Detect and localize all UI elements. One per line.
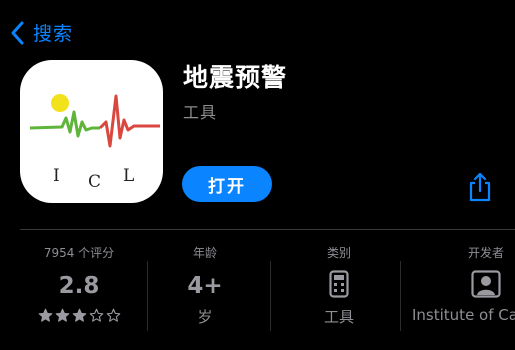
icon-letter-c: C [88, 172, 101, 192]
seismic-wave-green [29, 110, 100, 138]
info-row[interactable]: 7954 个评分 2.8 年龄 4+ 岁 类别 工具 开发者 Institute… [0, 230, 515, 350]
developer-column[interactable]: 开发者 Institute of Ca [402, 230, 515, 350]
column-separator [270, 261, 271, 331]
app-icon: I C L [20, 60, 163, 203]
age-unit: 岁 [197, 308, 213, 326]
rating-stars [18, 308, 140, 323]
developer-label: 开发者 [467, 246, 504, 260]
app-title: 地震预警 [183, 63, 288, 92]
category-label: 类别 [326, 246, 351, 260]
category-value: 工具 [323, 308, 354, 326]
back-button[interactable]: 搜索 [10, 19, 73, 46]
person-icon [471, 270, 501, 298]
share-icon [469, 172, 491, 202]
star-empty-icon [106, 308, 120, 322]
column-separator [400, 261, 401, 331]
star-filled-icon [38, 308, 52, 322]
age-column[interactable]: 年龄 4+ 岁 [148, 230, 262, 350]
calculator-icon [329, 270, 349, 298]
rating-value: 2.8 [58, 273, 100, 299]
share-button[interactable] [466, 172, 494, 202]
app-subtitle: 工具 [183, 103, 218, 122]
ratings-column[interactable]: 7954 个评分 2.8 [18, 230, 140, 350]
age-value: 4+ [187, 273, 223, 299]
seismic-wave-red [98, 94, 160, 148]
age-label: 年龄 [192, 246, 217, 260]
ratings-count-label: 7954 个评分 [43, 246, 115, 260]
icon-letter-i: I [53, 166, 60, 186]
icon-letter-l: L [123, 166, 134, 186]
chevron-left-icon [11, 21, 24, 44]
category-column[interactable]: 类别 工具 [282, 230, 396, 350]
sun-icon [51, 94, 69, 112]
star-filled-icon [72, 308, 86, 322]
developer-name: Institute of Ca [412, 306, 515, 324]
open-button[interactable]: 打开 [182, 166, 272, 202]
star-empty-icon [89, 308, 103, 322]
star-filled-icon [55, 308, 69, 322]
back-label: 搜索 [33, 23, 74, 45]
